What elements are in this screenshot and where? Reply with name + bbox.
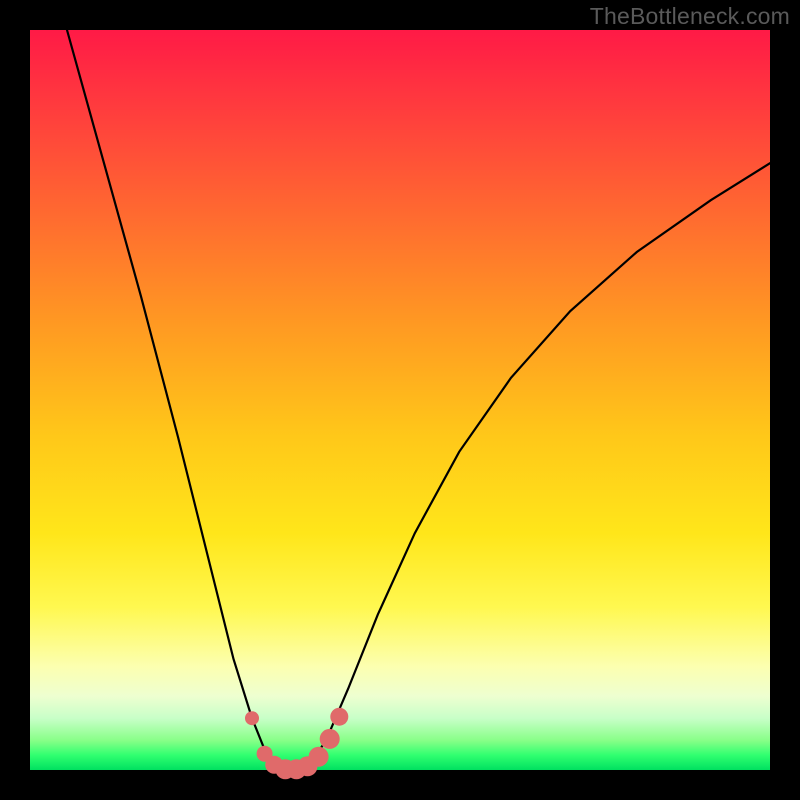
watermark-text: TheBottleneck.com: [590, 3, 790, 30]
highlight-dot: [330, 708, 348, 726]
highlight-dot: [309, 747, 329, 767]
plot-area: [30, 30, 770, 770]
highlight-dot: [245, 711, 259, 725]
chart-frame: TheBottleneck.com: [0, 0, 800, 800]
highlight-dots: [245, 708, 348, 780]
curve-layer: [30, 30, 770, 770]
bottleneck-curve: [67, 30, 770, 770]
highlight-dot: [320, 729, 340, 749]
